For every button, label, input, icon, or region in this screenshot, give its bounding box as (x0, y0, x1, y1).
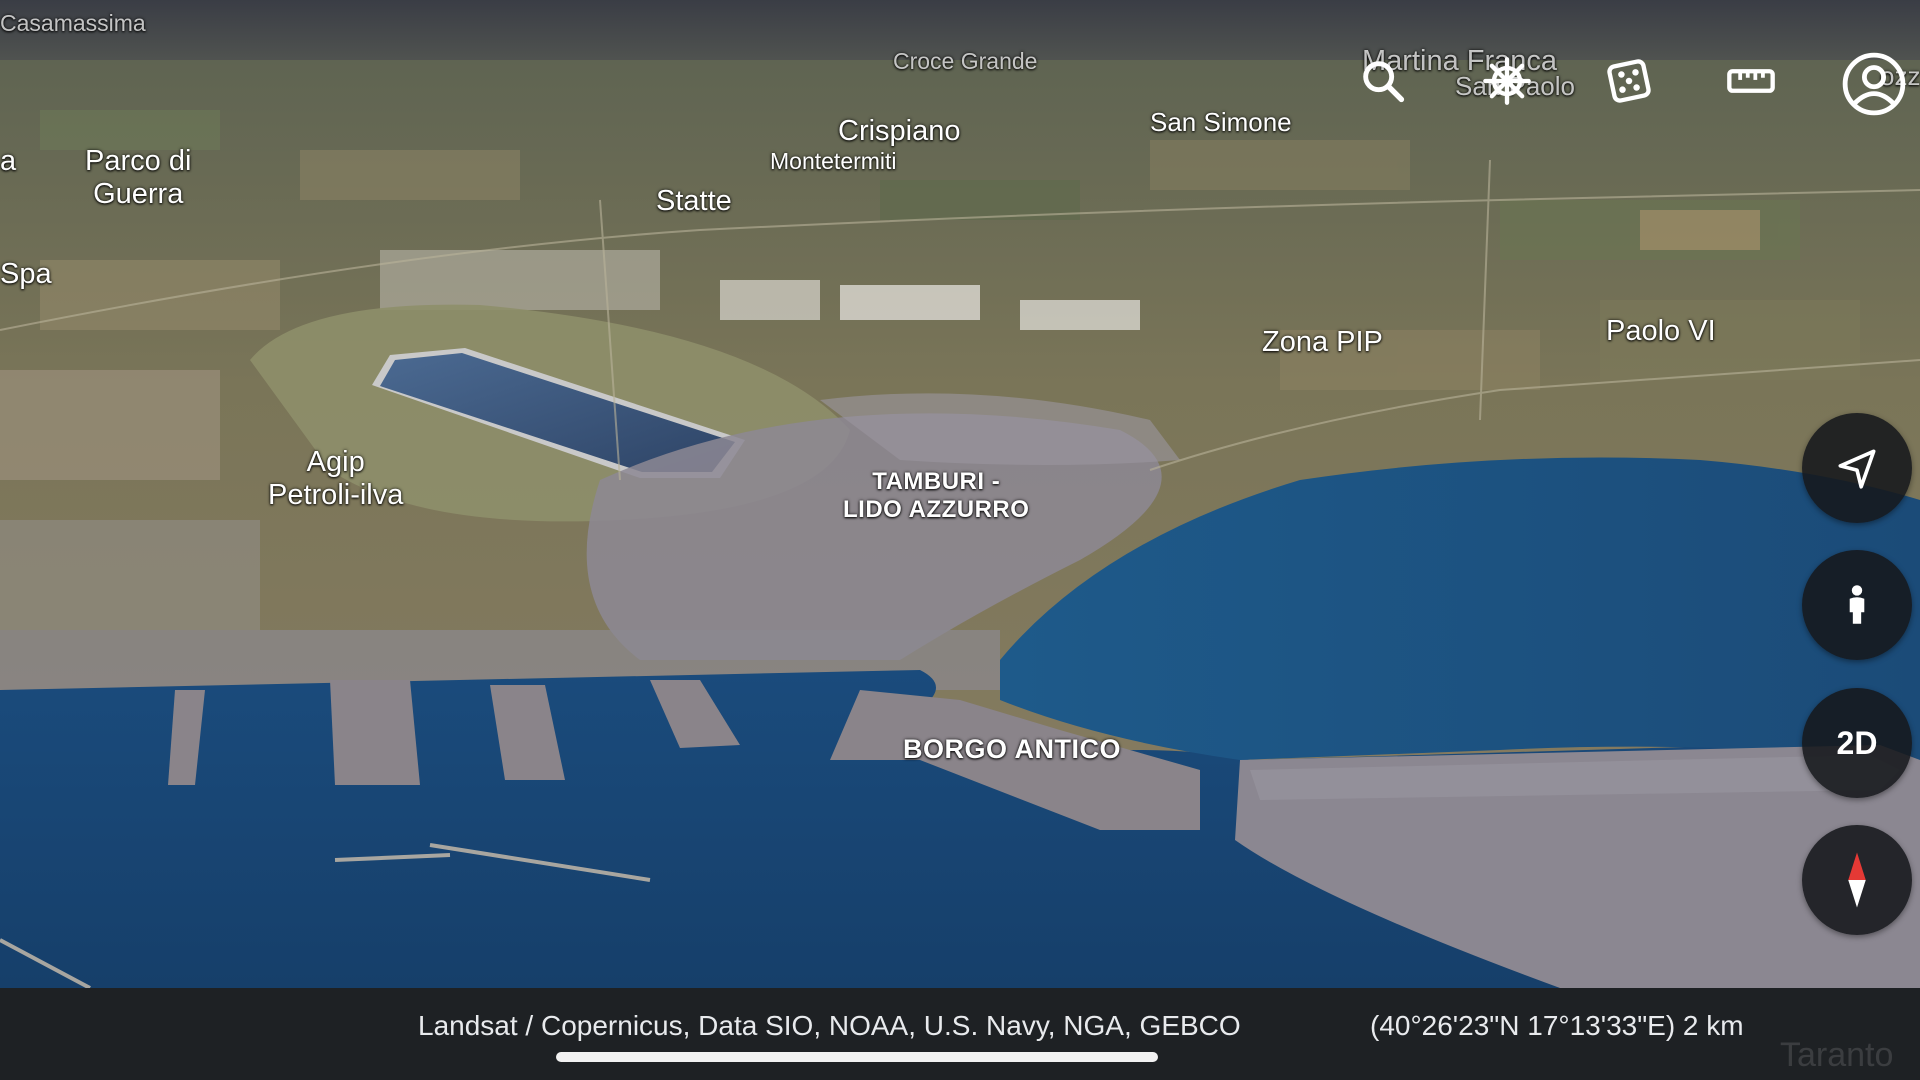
search-icon (1363, 61, 1405, 103)
place-label-zona-pip[interactable]: Zona PIP (1262, 326, 1383, 359)
my-location-button[interactable] (1802, 413, 1912, 523)
home-indicator-bar[interactable] (556, 1052, 1158, 1062)
account-icon (1842, 52, 1906, 116)
voyager-button[interactable] (1472, 46, 1542, 116)
place-label-parco-di-guerra[interactable]: Parco di Guerra (85, 145, 191, 212)
place-label-tamburi-lido-azzurro[interactable]: TAMBURI - LIDO AZZURRO (843, 468, 1029, 523)
place-label-casamassima[interactable]: Casamassima (0, 10, 146, 36)
place-label-croce-grande[interactable]: Croce Grande (893, 48, 1037, 74)
street-view-pegman-icon (1849, 585, 1865, 624)
place-label-statte[interactable]: Statte (656, 185, 732, 218)
place-label-edge-a[interactable]: a (0, 145, 16, 178)
measure-ruler-icon (1727, 69, 1775, 93)
coordinates-scale-readout: (40°26'23"N 17°13'33"E) 2 km (1370, 1010, 1744, 1041)
corner-place-label: Taranto (1780, 1036, 1894, 1074)
place-label-paolo-vi[interactable]: Paolo VI (1606, 315, 1716, 348)
place-label-san-simone[interactable]: San Simone (1150, 107, 1292, 138)
place-label-crispiano[interactable]: Crispiano (838, 115, 961, 148)
compass-icon (1848, 852, 1866, 908)
navigation-arrow-icon (1838, 449, 1876, 489)
account-button[interactable] (1836, 46, 1912, 122)
compass-button[interactable] (1802, 825, 1912, 935)
street-view-button[interactable] (1802, 550, 1912, 660)
place-label-spa[interactable]: Spa (0, 258, 52, 291)
place-label-agip-petroli-ilva[interactable]: Agip Petroli-ilva (268, 446, 403, 513)
place-label-borgo-antico[interactable]: BORGO ANTICO (903, 734, 1121, 765)
search-button[interactable] (1348, 46, 1418, 116)
feeling-lucky-button[interactable] (1594, 46, 1664, 116)
toggle-2d-button[interactable]: 2D (1802, 688, 1912, 798)
satellite-map-view[interactable]: Casamassima Croce Grande Martina Franca … (0, 0, 1920, 988)
feeling-lucky-dice-icon (1607, 59, 1651, 103)
voyager-wheel-icon (1483, 57, 1531, 105)
toggle-2d-label: 2D (1836, 724, 1878, 761)
imagery-attribution: Landsat / Copernicus, Data SIO, NOAA, U.… (418, 1010, 1241, 1041)
measure-button[interactable] (1716, 46, 1786, 116)
place-label-montetermiti[interactable]: Montetermiti (770, 148, 897, 174)
